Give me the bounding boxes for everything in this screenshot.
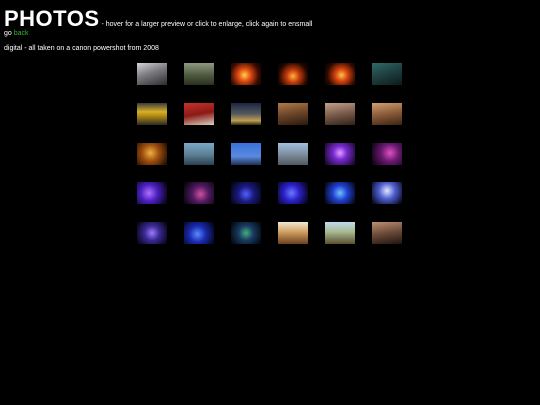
photo-thumbnail[interactable] — [184, 182, 214, 204]
photo-thumbnail-image — [278, 63, 308, 85]
photo-thumbnail-image — [184, 63, 214, 85]
photo-thumbnail-image — [184, 222, 214, 244]
photo-thumbnail-image — [231, 63, 261, 85]
photo-thumbnail[interactable] — [231, 143, 261, 165]
photo-thumbnail[interactable] — [278, 222, 308, 244]
photo-thumbnail-image — [184, 182, 214, 204]
photo-thumbnail-image — [325, 182, 355, 204]
photo-thumbnail-image — [278, 222, 308, 244]
gallery-description: digital - all taken on a canon powershot… — [4, 45, 159, 52]
photo-thumbnail[interactable] — [137, 103, 167, 125]
photo-thumbnail-image — [137, 182, 167, 204]
page-tagline: - hover for a larger preview or click to… — [99, 21, 313, 28]
page-title: PHOTOS — [4, 6, 100, 31]
photo-thumbnail[interactable] — [372, 143, 402, 165]
photo-thumbnail[interactable] — [372, 222, 402, 244]
photo-thumbnail[interactable] — [325, 143, 355, 165]
photo-thumbnail[interactable] — [278, 63, 308, 85]
photo-thumbnail-image — [278, 143, 308, 165]
photo-thumbnail[interactable] — [184, 222, 214, 244]
photo-thumbnail[interactable] — [137, 143, 167, 165]
photo-thumbnail[interactable] — [325, 222, 355, 244]
photo-thumbnail[interactable] — [325, 103, 355, 125]
photo-thumbnail[interactable] — [325, 182, 355, 204]
photo-thumbnail-image — [231, 222, 261, 244]
photo-thumbnail[interactable] — [372, 103, 402, 125]
page-header: PHOTOS - hover for a larger preview or c… — [4, 6, 312, 32]
photo-thumbnail[interactable] — [137, 63, 167, 85]
photo-thumbnail[interactable] — [278, 103, 308, 125]
photo-thumbnail-image — [372, 182, 402, 204]
photo-thumbnail[interactable] — [372, 63, 402, 85]
photo-thumbnail-image — [372, 63, 402, 85]
photo-thumbnail[interactable] — [184, 143, 214, 165]
photo-thumbnail[interactable] — [184, 103, 214, 125]
photo-thumbnail-image — [372, 143, 402, 165]
nav-prefix: go — [4, 30, 12, 37]
photo-thumbnail[interactable] — [278, 182, 308, 204]
photo-thumbnail[interactable] — [184, 63, 214, 85]
photo-thumbnail-image — [372, 222, 402, 244]
photo-thumbnail[interactable] — [231, 103, 261, 125]
photo-thumbnail-image — [325, 63, 355, 85]
photo-thumbnail-image — [137, 143, 167, 165]
photo-thumbnail-image — [231, 143, 261, 165]
photo-thumbnail[interactable] — [278, 143, 308, 165]
photo-thumbnail[interactable] — [372, 182, 402, 204]
photo-thumbnail-image — [231, 103, 261, 125]
photo-thumbnail-image — [184, 103, 214, 125]
photo-thumbnail-image — [231, 182, 261, 204]
photo-thumbnail-image — [137, 222, 167, 244]
photo-thumbnail[interactable] — [231, 182, 261, 204]
photo-thumbnail[interactable] — [137, 182, 167, 204]
photo-thumbnail[interactable] — [325, 63, 355, 85]
photo-thumbnail-image — [184, 143, 214, 165]
photo-thumbnail-image — [278, 103, 308, 125]
photo-thumbnail[interactable] — [231, 63, 261, 85]
photo-thumbnail[interactable] — [231, 222, 261, 244]
photo-grid — [137, 63, 404, 245]
nav-line: go back — [4, 30, 29, 37]
back-link[interactable]: back — [14, 30, 29, 37]
photo-thumbnail-image — [278, 182, 308, 204]
photo-thumbnail[interactable] — [137, 222, 167, 244]
photo-thumbnail-image — [325, 143, 355, 165]
photo-thumbnail-image — [372, 103, 402, 125]
photo-thumbnail-image — [325, 103, 355, 125]
photo-thumbnail-image — [325, 222, 355, 244]
photo-thumbnail-image — [137, 103, 167, 125]
photo-thumbnail-image — [137, 63, 167, 85]
